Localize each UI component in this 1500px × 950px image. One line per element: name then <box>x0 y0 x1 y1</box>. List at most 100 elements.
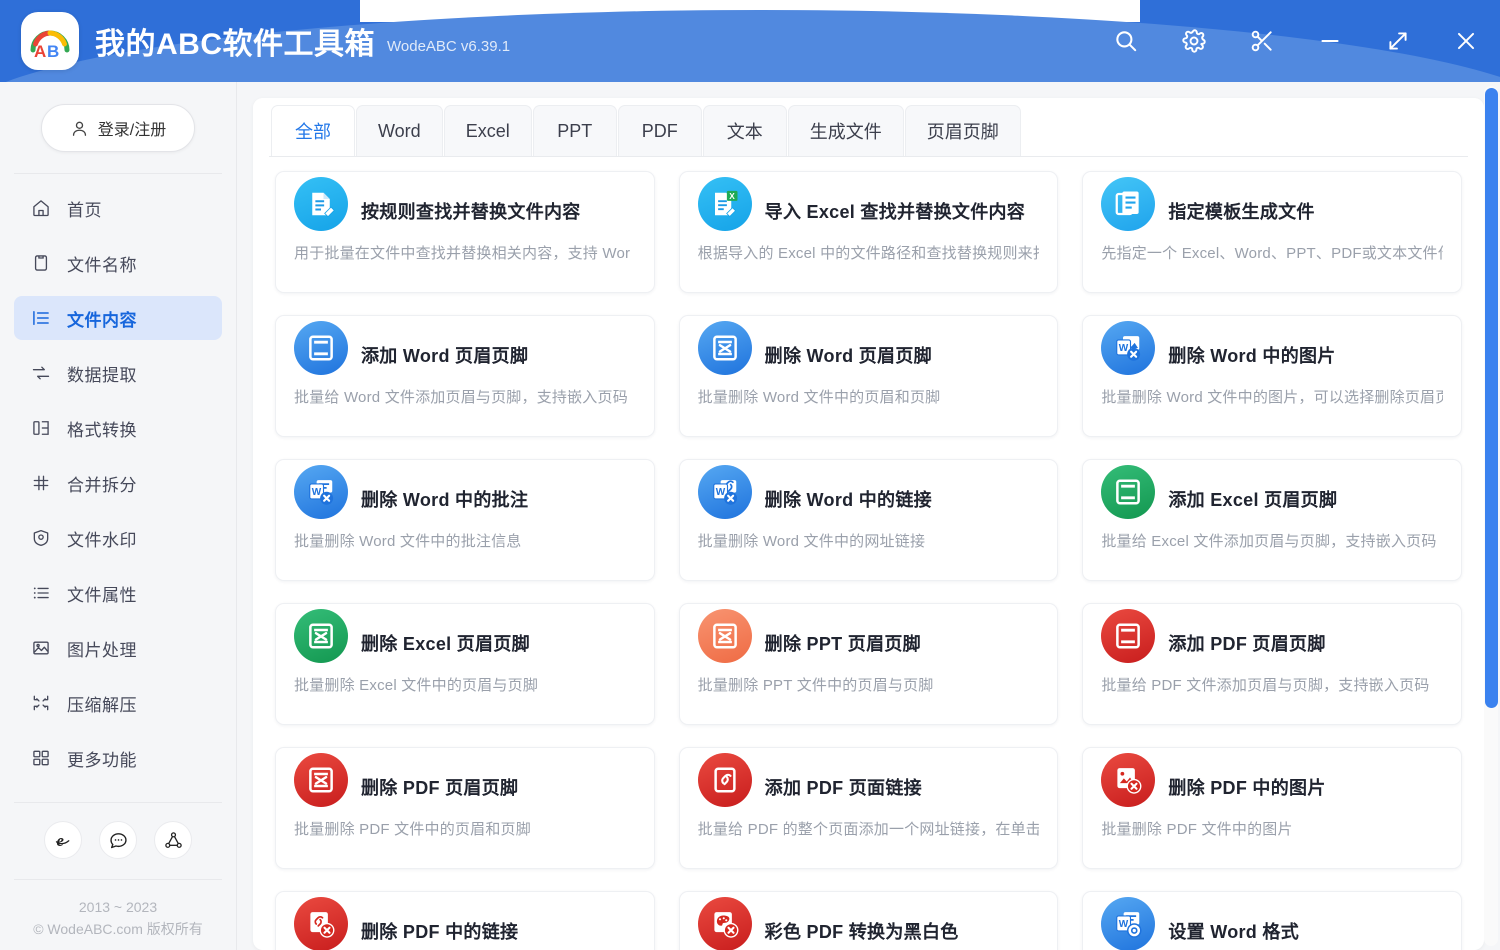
tool-card[interactable]: 指定模板生成文件 先指定一个 Excel、Word、PPT、PDF或文本文件作 <box>1082 171 1462 293</box>
svg-text:W: W <box>312 487 322 498</box>
settings-button[interactable] <box>1160 0 1228 82</box>
tool-title: 设置 Word 格式 <box>1168 922 1299 942</box>
tool-title: 添加 Excel 页眉页脚 <box>1168 490 1338 510</box>
tool-icon-wrap <box>697 897 752 950</box>
tab-all[interactable]: 全部 <box>271 105 355 156</box>
word-comment-del-icon: W <box>309 480 334 505</box>
sidebar-item-label: 文件内容 <box>67 310 137 330</box>
sidebar-item-merge-split[interactable]: 合并拆分 <box>14 461 222 505</box>
screenshot-button[interactable] <box>1228 0 1296 82</box>
sidebar-item-compress[interactable]: 压缩解压 <box>14 681 222 725</box>
tool-card[interactable]: 添加 PDF 页眉页脚 批量给 PDF 文件添加页眉与页脚，支持嵌入页码 <box>1082 603 1462 725</box>
tool-desc: 批量删除 Word 文件中的图片，可以选择删除页眉页 <box>1101 389 1443 406</box>
tool-title: 导入 Excel 查找并替换文件内容 <box>764 202 1026 222</box>
word-header-footer-del-icon <box>712 335 737 361</box>
sidebar-item-label: 文件名称 <box>67 255 137 275</box>
tool-title: 删除 PDF 中的链接 <box>361 922 519 942</box>
tool-card[interactable]: 添加 Excel 页眉页脚 批量给 Excel 文件添加页眉与页脚，支持嵌入页码 <box>1082 459 1462 581</box>
search-icon <box>1116 31 1137 52</box>
sidebar-item-watermark[interactable]: 文件水印 <box>14 516 222 560</box>
tab-label: Excel <box>465 120 510 141</box>
share-button[interactable] <box>154 821 192 859</box>
tab-label: PDF <box>641 120 678 141</box>
tab-generate-file[interactable]: 生成文件 <box>787 105 904 156</box>
tab-ppt[interactable]: PPT <box>532 105 617 156</box>
tool-icon-wrap <box>1101 609 1156 663</box>
main-content: 全部 Word Excel PPT PDF 文本 生成文件 页眉页脚 按规则查找… <box>237 82 1500 950</box>
content-panel: 全部 Word Excel PPT PDF 文本 生成文件 页眉页脚 按规则查找… <box>253 98 1484 950</box>
sidebar-item-file-content[interactable]: 文件内容 <box>14 296 222 340</box>
close-icon <box>1457 32 1475 50</box>
sidebar-item-file-properties[interactable]: 文件属性 <box>14 571 222 615</box>
tool-title: 按规则查找并替换文件内容 <box>361 202 581 222</box>
tool-title: 删除 PPT 页眉页脚 <box>764 634 921 654</box>
tool-card[interactable]: 删除 Excel 页眉页脚 批量删除 Excel 文件中的页眉与页脚 <box>275 603 655 725</box>
svg-text:A: A <box>34 42 46 61</box>
tool-card[interactable]: W 设置 Word 格式 <box>1082 891 1462 950</box>
tab-word[interactable]: Word <box>356 105 443 156</box>
tool-icon-wrap <box>697 609 752 663</box>
tool-title: 指定模板生成文件 <box>1168 202 1315 222</box>
tool-card[interactable]: 删除 PPT 页眉页脚 批量删除 PPT 文件中的页眉与页脚 <box>678 603 1059 725</box>
svg-text:W: W <box>1119 343 1129 354</box>
tool-icon-wrap: W <box>1101 321 1156 375</box>
chat-button[interactable] <box>99 821 137 859</box>
sidebar-item-image-process[interactable]: 图片处理 <box>14 626 222 670</box>
more-functions-icon <box>33 750 49 766</box>
app-logo: A B <box>21 12 79 70</box>
application-window: A B 我的ABC软件工具箱 WodeABC v6.39.1 登录/注册 首页 … <box>0 0 1500 950</box>
tool-card[interactable]: W 删除 Word 中的链接 批量删除 Word 文件中的网址链接 <box>678 459 1059 581</box>
browser-icon: e <box>55 831 69 850</box>
browser-button[interactable]: e <box>44 821 82 859</box>
sidebar-item-label: 压缩解压 <box>67 695 137 715</box>
tab-excel[interactable]: Excel <box>443 105 532 156</box>
tool-card[interactable]: 按规则查找并替换文件内容 用于批量在文件中查找并替换相关内容，支持 Wor <box>275 171 655 293</box>
tool-icon-wrap: W <box>697 465 752 519</box>
tool-card[interactable]: 删除 PDF 中的图片 批量删除 PDF 文件中的图片 <box>1082 747 1462 869</box>
tab-header-footer[interactable]: 页眉页脚 <box>904 105 1021 156</box>
tool-desc: 批量给 PDF 的整个页面添加一个网址链接，在单击 <box>697 821 1040 838</box>
tool-card[interactable]: 添加 Word 页眉页脚 批量给 Word 文件添加页眉与页脚，支持嵌入页码 <box>275 315 655 437</box>
maximize-button[interactable] <box>1364 0 1432 82</box>
app-title: 我的ABC软件工具箱 <box>95 28 375 61</box>
merge-split-icon <box>33 475 49 491</box>
sidebar-social-links: e <box>0 803 236 859</box>
template-doc-icon <box>1115 191 1139 216</box>
tab-label: 生成文件 <box>809 122 882 142</box>
data-extract-icon <box>32 366 50 380</box>
sidebar-item-file-name[interactable]: 文件名称 <box>14 241 222 285</box>
window-scrollbar-thumb[interactable] <box>1485 88 1498 708</box>
login-register-button[interactable]: 登录/注册 <box>40 104 196 152</box>
sidebar-item-data-extract[interactable]: 数据提取 <box>14 351 222 395</box>
close-button[interactable] <box>1432 0 1500 82</box>
svg-text:X: X <box>729 192 735 201</box>
tool-card[interactable]: 删除 Word 页眉页脚 批量删除 Word 文件中的页眉和页脚 <box>678 315 1059 437</box>
minimize-button[interactable] <box>1296 0 1364 82</box>
tool-card[interactable]: 添加 PDF 页面链接 批量给 PDF 的整个页面添加一个网址链接，在单击 <box>678 747 1059 869</box>
sidebar-item-format-convert[interactable]: 格式转换 <box>14 406 222 450</box>
sidebar: 登录/注册 首页 文件名称 文件内容 数据提取 格式转换 合并拆分 文件水印 文… <box>0 82 237 950</box>
tool-title: 添加 PDF 页面链接 <box>764 778 922 798</box>
gear-icon <box>1182 29 1206 53</box>
sidebar-item-label: 合并拆分 <box>67 475 137 495</box>
tool-card[interactable]: 彩色 PDF 转换为黑白色 <box>678 891 1059 950</box>
sidebar-item-label: 数据提取 <box>67 365 137 385</box>
tab-pdf[interactable]: PDF <box>617 105 702 156</box>
tab-text[interactable]: 文本 <box>702 105 787 156</box>
sidebar-item-more-functions[interactable]: 更多功能 <box>14 736 222 780</box>
scissors-icon <box>1251 30 1272 52</box>
search-button[interactable] <box>1092 0 1160 82</box>
tool-desc: 用于批量在文件中查找并替换相关内容，支持 Wor <box>294 245 631 262</box>
tool-desc: 批量给 Excel 文件添加页眉与页脚，支持嵌入页码 <box>1101 533 1437 550</box>
tool-card[interactable]: X 导入 Excel 查找并替换文件内容 根据导入的 Excel 中的文件路径和… <box>678 171 1059 293</box>
doc-excel-edit-icon: X <box>714 190 738 218</box>
login-label: 登录/注册 <box>97 122 167 139</box>
tool-card[interactable]: 删除 PDF 页眉页脚 批量删除 PDF 文件中的页眉和页脚 <box>275 747 655 869</box>
sidebar-item-home[interactable]: 首页 <box>14 186 222 230</box>
tool-card[interactable]: 删除 PDF 中的链接 <box>275 891 655 950</box>
file-properties-icon <box>33 587 49 599</box>
user-icon <box>72 121 86 136</box>
tool-card[interactable]: W 删除 Word 中的批注 批量删除 Word 文件中的批注信息 <box>275 459 655 581</box>
ppt-header-footer-del-icon <box>712 623 737 649</box>
tool-card[interactable]: W 删除 Word 中的图片 批量删除 Word 文件中的图片，可以选择删除页眉… <box>1082 315 1462 437</box>
